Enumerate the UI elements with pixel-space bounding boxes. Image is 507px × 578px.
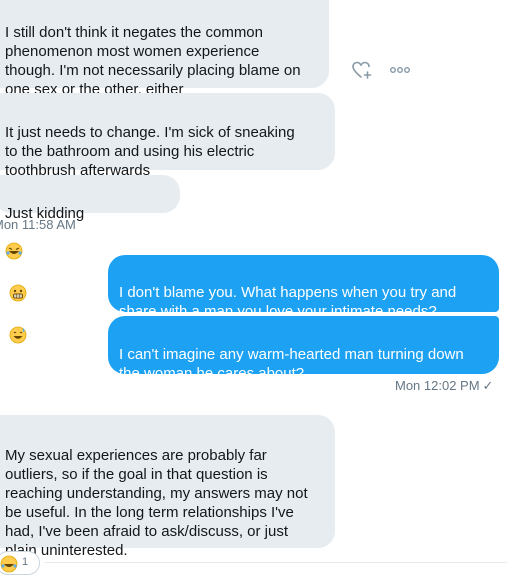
more-dots-icon[interactable] [389, 60, 411, 80]
reaction-count: 1 [22, 556, 29, 568]
heart-plus-icon[interactable] [351, 60, 373, 80]
message-bubble-incoming[interactable]: Just kidding [0, 175, 180, 344]
outgoing-timestamp: Mon 12:02 PM ✓ [395, 378, 493, 394]
message-bubble-incoming[interactable]: My sexual experiences are probably far o… [0, 415, 335, 559]
timestamp-text: Mon 12:02 PM [395, 378, 480, 393]
message-text: My sexual experiences are probably far o… [5, 447, 308, 559]
divider [44, 562, 507, 563]
message-bubble-outgoing[interactable]: I can't imagine any warm-hearted man tur… [108, 316, 499, 382]
message-text: It just needs to change. I'm sick of sne… [5, 124, 295, 179]
check-icon: ✓ [482, 378, 494, 393]
message-text: I still don't think it negates the commo… [5, 24, 301, 98]
reaction-emoji [0, 555, 18, 573]
message-text: I can't imagine any warm-hearted man tur… [119, 346, 464, 382]
message-text: I don't blame you. What happens when you… [119, 284, 457, 320]
grimacing-emoji [9, 265, 27, 307]
message-bubble-incoming[interactable]: I still don't think it negates the commo… [0, 0, 329, 98]
message-actions [351, 60, 411, 80]
incoming-timestamp: Mon 11:58 AM [0, 217, 76, 232]
reaction-chip[interactable]: 1 [0, 551, 40, 575]
message-bubble-outgoing[interactable]: I don't blame you. What happens when you… [108, 255, 499, 320]
message-bubble-incoming[interactable]: It just needs to change. I'm sick of sne… [0, 93, 335, 179]
grinning-sweat-emoji [9, 307, 27, 349]
